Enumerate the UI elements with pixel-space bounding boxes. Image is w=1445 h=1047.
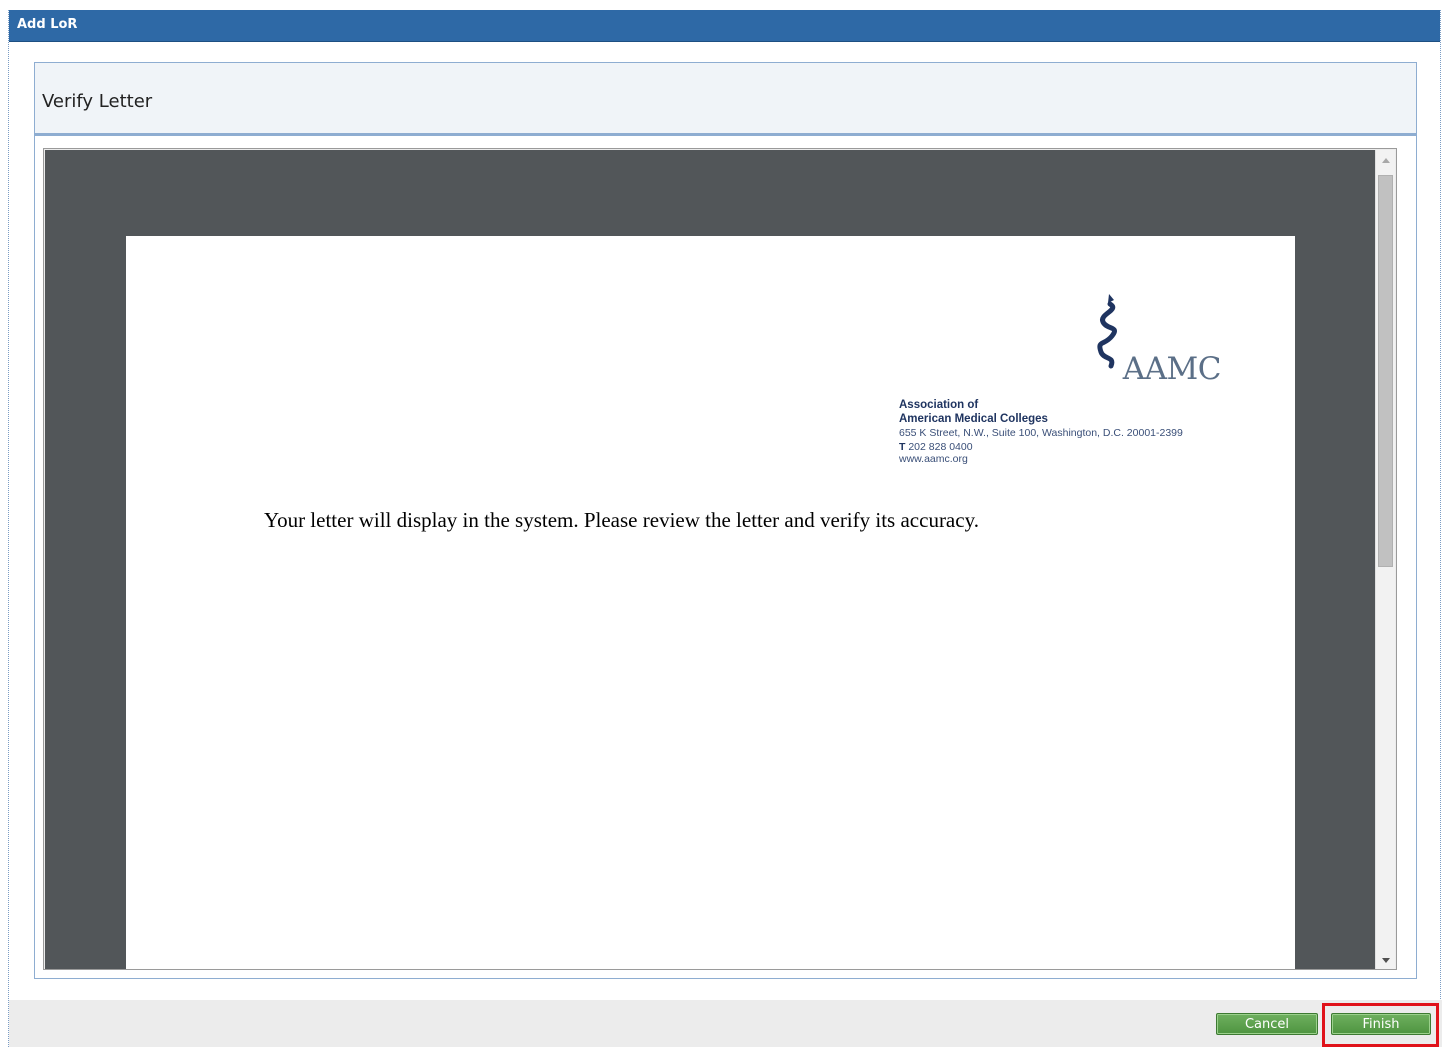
scroll-down-arrow-icon[interactable] bbox=[1376, 950, 1395, 969]
step-title: Verify Letter bbox=[42, 91, 153, 112]
pdf-viewer-canvas: AAMC Association of American Medical Col… bbox=[45, 150, 1378, 969]
pdf-viewer[interactable]: AAMC Association of American Medical Col… bbox=[43, 148, 1397, 970]
dialog-footer: Cancel Finish bbox=[9, 1000, 1442, 1047]
scroll-up-arrow-icon[interactable] bbox=[1376, 150, 1395, 170]
aamc-letterhead: AAMC Association of American Medical Col… bbox=[899, 294, 1222, 470]
letterhead-org-line1: Association of bbox=[899, 399, 979, 411]
add-lor-dialog: Add LoR Verify Letter AAMC Association o… bbox=[8, 10, 1442, 1047]
pdf-page: AAMC Association of American Medical Col… bbox=[126, 236, 1295, 969]
phone-number: 202 828 0400 bbox=[908, 441, 973, 453]
dialog-titlebar: Add LoR bbox=[9, 10, 1440, 42]
letterhead-org-line2: American Medical Colleges bbox=[899, 413, 1048, 425]
step-header-panel: Verify Letter bbox=[34, 62, 1417, 134]
letterhead-website: www.aamc.org bbox=[899, 453, 968, 465]
aamc-wordmark: AAMC bbox=[1122, 351, 1222, 387]
phone-prefix: T bbox=[899, 441, 906, 453]
letterhead-address: 655 K Street, N.W., Suite 100, Washingto… bbox=[899, 427, 1183, 439]
letter-content-panel: AAMC Association of American Medical Col… bbox=[34, 134, 1417, 979]
scroll-thumb[interactable] bbox=[1378, 175, 1393, 567]
letter-body-text: Your letter will display in the system. … bbox=[264, 508, 979, 532]
viewer-scrollbar[interactable] bbox=[1375, 150, 1395, 969]
caduceus-serpent-icon bbox=[1097, 294, 1118, 369]
finish-button[interactable]: Finish bbox=[1331, 1013, 1431, 1035]
dialog-title: Add LoR bbox=[17, 17, 78, 32]
cancel-button[interactable]: Cancel bbox=[1216, 1013, 1318, 1035]
letterhead-phone: T 202 828 0400 bbox=[899, 441, 973, 453]
